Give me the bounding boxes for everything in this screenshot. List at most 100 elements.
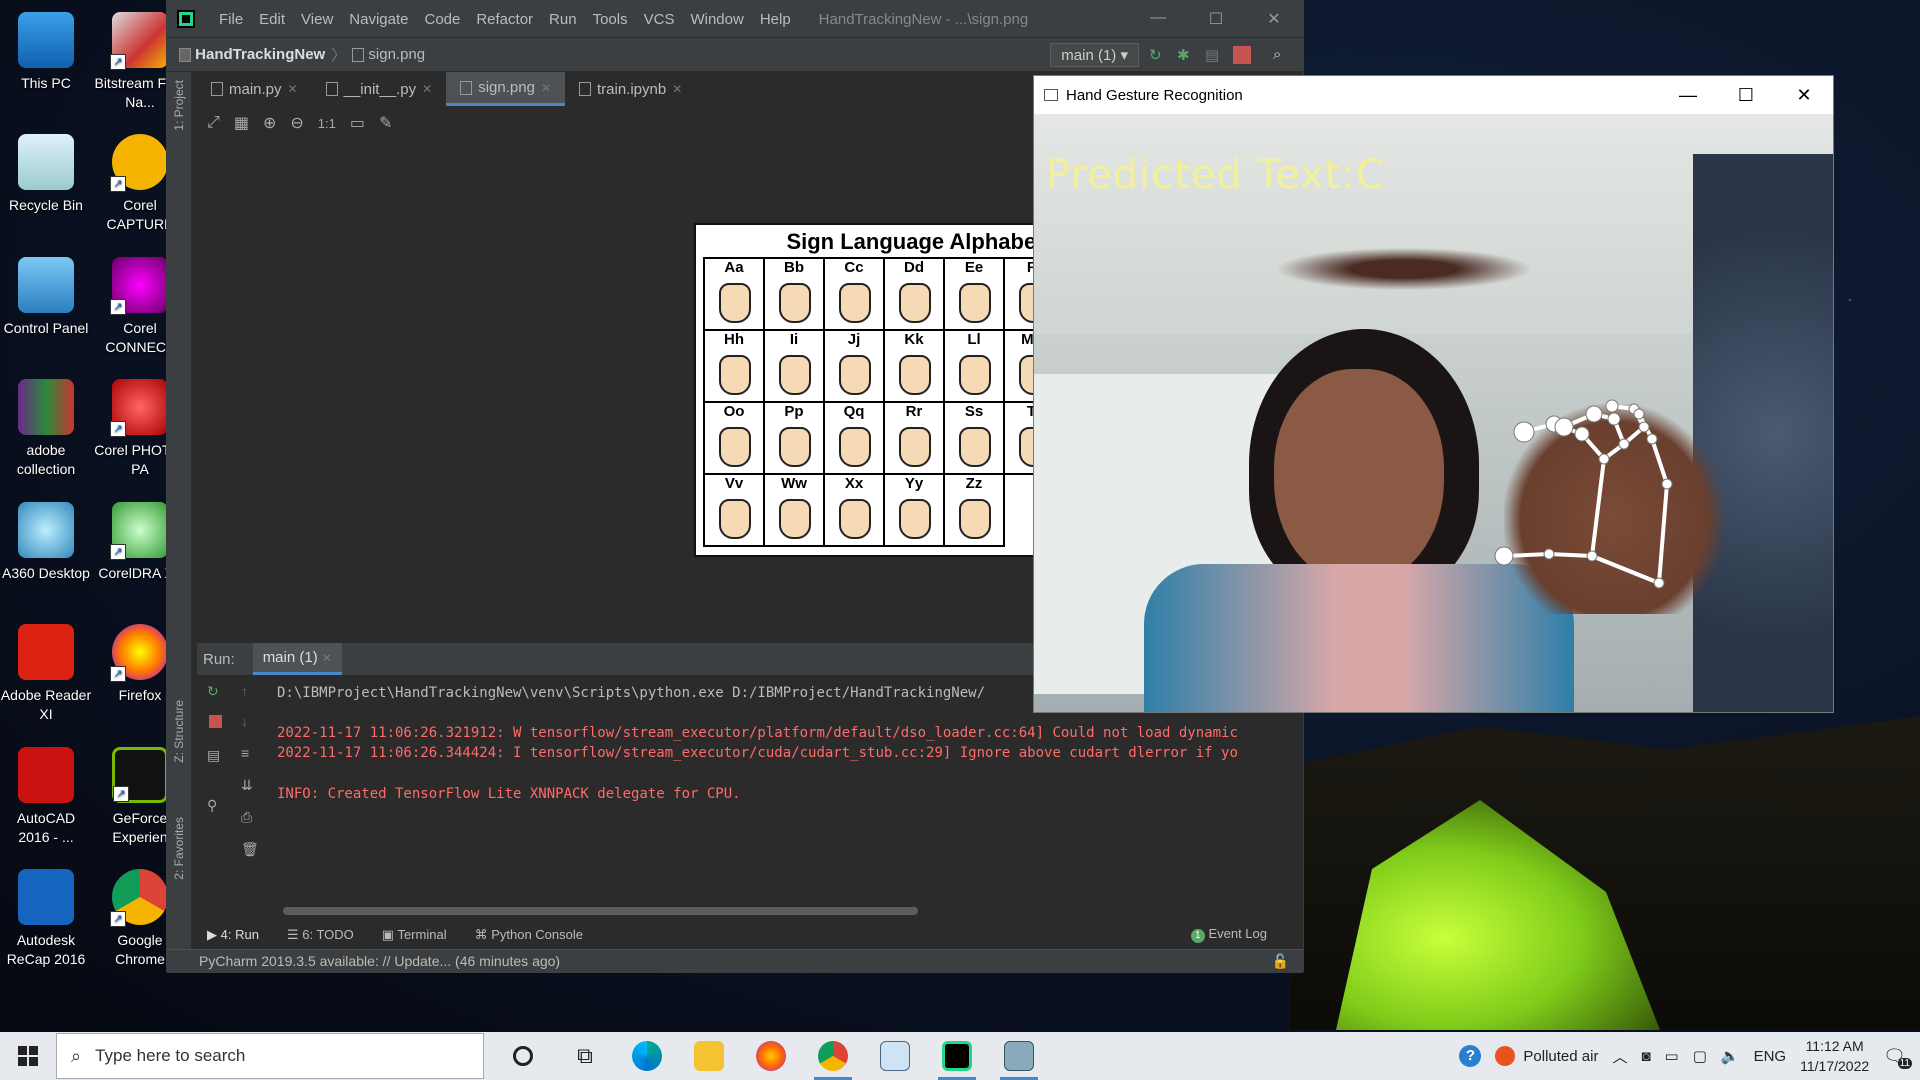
notification-center-icon[interactable]: 🗨 11 <box>1883 1046 1912 1069</box>
rerun-icon[interactable]: ↻ <box>207 683 219 700</box>
project-tool-button[interactable]: 1: Project <box>172 80 186 131</box>
close-tab-icon[interactable]: ✕ <box>541 81 551 95</box>
debug-icon[interactable]: ✱ <box>1177 46 1195 64</box>
volume-icon[interactable]: 🔈 <box>1721 1047 1740 1065</box>
console-line: 2022-11-17 11:06:26.344424: I tensorflow… <box>277 745 1238 761</box>
sign-letter-label: Jj <box>847 331 861 348</box>
menu-item-tools[interactable]: Tools <box>585 11 636 28</box>
menu-item-vcs[interactable]: VCS <box>636 11 683 28</box>
close-icon[interactable]: ✕ <box>1775 85 1833 106</box>
stop-icon[interactable] <box>209 715 222 728</box>
taskbar-edge[interactable] <box>616 1032 678 1080</box>
desktop-icon-a360[interactable]: A360 Desktop <box>0 498 92 583</box>
breadcrumb-project[interactable]: HandTrackingNew <box>195 46 325 63</box>
bottom-tab-4-run[interactable]: ▶ 4: Run <box>207 927 259 943</box>
help-icon[interactable]: ? <box>1459 1045 1482 1067</box>
rerun-icon[interactable]: ↻ <box>1149 46 1167 64</box>
menu-item-navigate[interactable]: Navigate <box>341 11 416 28</box>
coverage-icon[interactable]: ▤ <box>1205 46 1223 64</box>
breadcrumb-file[interactable]: sign.png <box>368 46 425 63</box>
color-picker-icon[interactable]: ✎ <box>379 113 392 133</box>
desktop-icon-recycle-bin[interactable]: Recycle Bin <box>0 130 92 215</box>
taskbar-firefox[interactable] <box>740 1032 802 1080</box>
menu-item-code[interactable]: Code <box>416 11 468 28</box>
up-arrow-icon[interactable]: ↑ <box>241 683 248 699</box>
maximize-icon[interactable]: ☐ <box>1717 85 1775 106</box>
close-icon[interactable]: ✕ <box>1245 9 1303 29</box>
bottom-tab-terminal[interactable]: ▣ Terminal <box>382 927 447 943</box>
print-icon[interactable]: ⎙ <box>241 809 252 826</box>
structure-tool-button[interactable]: Z: Structure <box>172 700 186 763</box>
lock-icon[interactable]: 🔓 <box>1272 950 1289 973</box>
cortana-button[interactable] <box>492 1032 554 1080</box>
search-icon[interactable]: ⌕ <box>1273 46 1291 64</box>
status-message[interactable]: PyCharm 2019.3.5 available: // Update...… <box>199 953 560 969</box>
desktop-icon-adobe-reader[interactable]: Adobe Reader XI <box>0 620 92 724</box>
run-config-dropdown[interactable]: main (1) ▾ <box>1050 42 1139 67</box>
menu-item-view[interactable]: View <box>293 11 341 28</box>
minimize-icon[interactable]: — <box>1129 9 1187 29</box>
editor-tab[interactable]: main.py ✕ <box>197 72 312 106</box>
editor-tab[interactable]: __init__.py ✕ <box>312 72 447 106</box>
fit-zoom-icon[interactable]: ⤢ <box>207 114 220 132</box>
grid-icon[interactable]: ▦ <box>234 113 249 133</box>
layout-icon[interactable]: ▤ <box>207 747 220 764</box>
zoom-out-icon[interactable]: ⊖ <box>290 113 303 133</box>
bottom-tab-6-todo[interactable]: ☰ 6: TODO <box>287 927 354 943</box>
show-hidden-icons-icon[interactable]: ︿ <box>1612 1046 1627 1067</box>
desktop-icon-adobe-collection[interactable]: adobe collection <box>0 375 92 479</box>
sign-letter-label: Ii <box>789 331 799 348</box>
taskbar-chrome[interactable] <box>802 1032 864 1080</box>
minimize-icon[interactable]: — <box>1659 85 1717 106</box>
taskbar-python-window[interactable] <box>988 1032 1050 1080</box>
close-tab-icon[interactable]: ✕ <box>322 651 332 665</box>
menu-item-edit[interactable]: Edit <box>251 11 293 28</box>
menu-item-run[interactable]: Run <box>541 11 585 28</box>
task-view-button[interactable]: ⧉ <box>554 1032 616 1080</box>
weather-status[interactable]: Polluted air <box>1523 1048 1598 1065</box>
event-count-badge: 1 <box>1190 929 1205 943</box>
meet-now-icon[interactable]: ◙ <box>1641 1048 1650 1065</box>
soft-wrap-icon[interactable]: ≡ <box>241 745 249 761</box>
start-button[interactable] <box>0 1032 56 1080</box>
taskbar-clock[interactable]: 11:12 AM 11/17/2022 <box>1800 1036 1869 1076</box>
menu-item-window[interactable]: Window <box>682 11 751 28</box>
language-indicator[interactable]: ENG <box>1754 1048 1787 1065</box>
console-horizontal-scrollbar[interactable] <box>283 907 918 915</box>
event-log-button[interactable]: 1 Event Log <box>1190 926 1267 943</box>
scroll-end-icon[interactable]: ⇊ <box>241 777 253 794</box>
desktop-icon-control-panel[interactable]: Control Panel <box>0 253 92 338</box>
trash-icon[interactable]: 🗑 <box>241 841 259 858</box>
taskbar-search-box[interactable]: ⌕ Type here to search <box>56 1033 484 1079</box>
menu-item-refactor[interactable]: Refactor <box>468 11 541 28</box>
desktop-icon-recap[interactable]: Autodesk ReCap 2016 <box>0 865 92 969</box>
taskbar-image-viewer[interactable] <box>864 1032 926 1080</box>
zoom-in-icon[interactable]: ⊕ <box>263 113 276 133</box>
stop-icon[interactable] <box>1233 45 1251 64</box>
bottom-tab-label: Terminal <box>397 927 447 942</box>
menu-item-help[interactable]: Help <box>752 11 799 28</box>
close-tab-icon[interactable]: ✕ <box>422 82 432 96</box>
background-icon[interactable]: ▭ <box>350 113 365 133</box>
desktop-icon-autocad[interactable]: AutoCAD 2016 - ... <box>0 743 92 847</box>
run-tab[interactable]: main (1) ✕ <box>252 643 342 675</box>
battery-icon[interactable]: ▭ <box>1665 1047 1679 1065</box>
actual-size-button[interactable]: 1:1 <box>318 116 336 131</box>
menu-item-file[interactable]: File <box>211 11 251 28</box>
taskbar-pycharm[interactable] <box>926 1032 988 1080</box>
bottom-tab-python-console[interactable]: ⌘ Python Console <box>475 927 583 943</box>
pin-icon[interactable]: ⚲ <box>207 797 217 814</box>
sign-letter-cell: Cc <box>825 259 885 331</box>
editor-tab[interactable]: train.ipynb ✕ <box>565 72 696 106</box>
close-tab-icon[interactable]: ✕ <box>672 82 682 96</box>
editor-tab[interactable]: sign.png ✕ <box>446 72 565 106</box>
maximize-icon[interactable]: ☐ <box>1187 9 1245 29</box>
network-icon[interactable]: ▢ <box>1693 1047 1707 1065</box>
close-tab-icon[interactable]: ✕ <box>288 82 298 96</box>
computer-icon <box>18 12 74 68</box>
console-line: 2022-11-17 11:06:26.321912: W tensorflow… <box>277 725 1238 741</box>
desktop-icon-this-pc[interactable]: This PC <box>0 8 92 93</box>
taskbar-file-explorer[interactable] <box>678 1032 740 1080</box>
down-arrow-icon[interactable]: ↓ <box>241 713 248 729</box>
favorites-tool-button[interactable]: 2: Favorites <box>172 817 186 880</box>
